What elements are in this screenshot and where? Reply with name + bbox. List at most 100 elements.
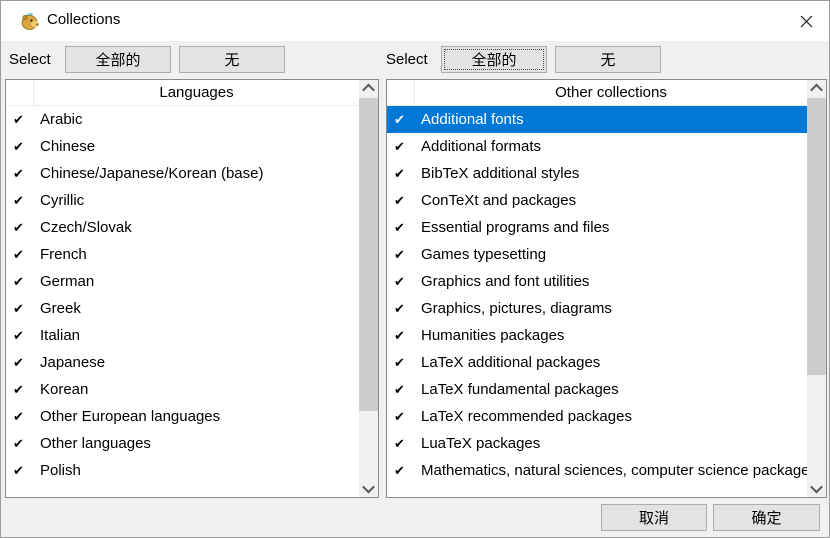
- list-item[interactable]: ✔Arabic: [6, 106, 359, 133]
- list-item[interactable]: ✔LaTeX recommended packages: [387, 403, 807, 430]
- list-item-label: LaTeX fundamental packages: [415, 381, 619, 398]
- list-item-label: Polish: [34, 462, 81, 479]
- collections-scrollbar[interactable]: [807, 80, 826, 497]
- scroll-up-button[interactable]: [359, 80, 378, 97]
- list-item[interactable]: ✔ConTeXt and packages: [387, 187, 807, 214]
- left-select-none-button[interactable]: 无: [179, 46, 285, 73]
- scrollbar-thumb[interactable]: [807, 98, 826, 375]
- list-item-label: French: [34, 246, 87, 263]
- checkmark-icon: ✔: [6, 463, 34, 479]
- checkmark-icon: ✔: [6, 220, 34, 236]
- list-item-label: Graphics and font utilities: [415, 273, 589, 290]
- list-item[interactable]: ✔Cyrillic: [6, 187, 359, 214]
- checkmark-icon: ✔: [6, 166, 34, 182]
- list-item-label: Chinese/Japanese/Korean (base): [34, 165, 263, 182]
- list-item[interactable]: ✔Greek: [6, 295, 359, 322]
- list-item-label: LaTeX additional packages: [415, 354, 600, 371]
- list-item[interactable]: ✔German: [6, 268, 359, 295]
- list-item[interactable]: ✔French: [6, 241, 359, 268]
- checkmark-icon: ✔: [387, 274, 415, 290]
- list-item[interactable]: ✔Chinese/Japanese/Korean (base): [6, 160, 359, 187]
- checkmark-icon: ✔: [387, 166, 415, 182]
- checkmark-icon: ✔: [387, 382, 415, 398]
- texlive-lion-icon: [20, 11, 41, 32]
- list-item[interactable]: ✔Graphics, pictures, diagrams: [387, 295, 807, 322]
- scroll-up-button[interactable]: [807, 80, 826, 97]
- list-item-label: Additional formats: [415, 138, 541, 155]
- list-item-label: Mathematics, natural sciences, computer …: [415, 462, 807, 479]
- list-item[interactable]: ✔Japanese: [6, 349, 359, 376]
- list-item[interactable]: ✔Graphics and font utilities: [387, 268, 807, 295]
- list-item-label: Greek: [34, 300, 81, 317]
- right-select-none-button[interactable]: 无: [555, 46, 661, 73]
- other-collections-list: Other collections ✔Additional fonts ✔Add…: [387, 80, 807, 497]
- list-item-label: German: [34, 273, 94, 290]
- list-item[interactable]: ✔LuaTeX packages: [387, 430, 807, 457]
- scrollbar-thumb[interactable]: [359, 98, 378, 411]
- checkmark-icon: ✔: [6, 301, 34, 317]
- ok-button[interactable]: 确定: [713, 504, 820, 531]
- list-item[interactable]: ✔Italian: [6, 322, 359, 349]
- list-item-label: Italian: [34, 327, 80, 344]
- list-item-label: Games typesetting: [415, 246, 546, 263]
- list-item[interactable]: ✔Korean: [6, 376, 359, 403]
- list-item[interactable]: ✔Mathematics, natural sciences, computer…: [387, 457, 807, 484]
- checkmark-icon: ✔: [387, 139, 415, 155]
- list-item-label: Japanese: [34, 354, 105, 371]
- list-item[interactable]: ✔LaTeX fundamental packages: [387, 376, 807, 403]
- checkmark-icon: ✔: [387, 328, 415, 344]
- checkmark-icon: ✔: [6, 247, 34, 263]
- close-icon: [800, 15, 813, 28]
- list-item-label: Chinese: [34, 138, 95, 155]
- list-item-selected[interactable]: ✔Additional fonts: [387, 106, 807, 133]
- checkmark-icon: ✔: [6, 355, 34, 371]
- list-item[interactable]: ✔Polish: [6, 457, 359, 484]
- list-item-label: LaTeX recommended packages: [415, 408, 632, 425]
- checkmark-icon: ✔: [6, 112, 34, 128]
- right-select-all-button[interactable]: 全部的: [441, 46, 547, 73]
- list-item[interactable]: ✔Other languages: [6, 430, 359, 457]
- languages-panel: Languages ✔Arabic ✔Chinese ✔Chinese/Japa…: [5, 79, 379, 498]
- list-item-label: Humanities packages: [415, 327, 564, 344]
- languages-header: Languages: [34, 80, 359, 105]
- checkmark-icon: ✔: [387, 463, 415, 479]
- left-select-label: Select: [9, 51, 51, 68]
- languages-list: Languages ✔Arabic ✔Chinese ✔Chinese/Japa…: [6, 80, 359, 497]
- checkmark-icon: ✔: [6, 382, 34, 398]
- close-button[interactable]: [783, 1, 829, 41]
- list-item[interactable]: ✔Czech/Slovak: [6, 214, 359, 241]
- checkmark-icon: ✔: [387, 247, 415, 263]
- list-item-label: LuaTeX packages: [415, 435, 540, 452]
- list-item-label: Essential programs and files: [415, 219, 609, 236]
- list-item[interactable]: ✔Essential programs and files: [387, 214, 807, 241]
- list-item[interactable]: ✔Chinese: [6, 133, 359, 160]
- cancel-button[interactable]: 取消: [601, 504, 707, 531]
- list-item[interactable]: ✔Additional formats: [387, 133, 807, 160]
- checkmark-icon: ✔: [6, 409, 34, 425]
- chevron-down-icon: [810, 481, 823, 494]
- window-title: Collections: [47, 11, 120, 28]
- list-item-label: Cyrillic: [34, 192, 84, 209]
- list-item-label: Other languages: [34, 435, 151, 452]
- list-item-label: Other European languages: [34, 408, 220, 425]
- languages-scrollbar[interactable]: [359, 80, 378, 497]
- checkmark-icon: ✔: [387, 193, 415, 209]
- left-select-all-button[interactable]: 全部的: [65, 46, 171, 73]
- checkmark-icon: ✔: [6, 193, 34, 209]
- collections-dialog: Collections Select 全部的 无 Select 全部的 无 La…: [0, 0, 830, 538]
- titlebar[interactable]: Collections: [1, 1, 829, 41]
- check-column-header: [6, 80, 34, 105]
- list-item[interactable]: ✔Other European languages: [6, 403, 359, 430]
- list-item[interactable]: ✔Games typesetting: [387, 241, 807, 268]
- list-item[interactable]: ✔LaTeX additional packages: [387, 349, 807, 376]
- chevron-down-icon: [362, 481, 375, 494]
- list-item[interactable]: ✔Humanities packages: [387, 322, 807, 349]
- scroll-down-button[interactable]: [807, 480, 826, 497]
- languages-header-row: Languages: [6, 80, 359, 106]
- check-column-header: [387, 80, 415, 105]
- list-item[interactable]: ✔BibTeX additional styles: [387, 160, 807, 187]
- checkmark-icon: ✔: [6, 274, 34, 290]
- list-item-label: ConTeXt and packages: [415, 192, 576, 209]
- list-item-label: BibTeX additional styles: [415, 165, 579, 182]
- scroll-down-button[interactable]: [359, 480, 378, 497]
